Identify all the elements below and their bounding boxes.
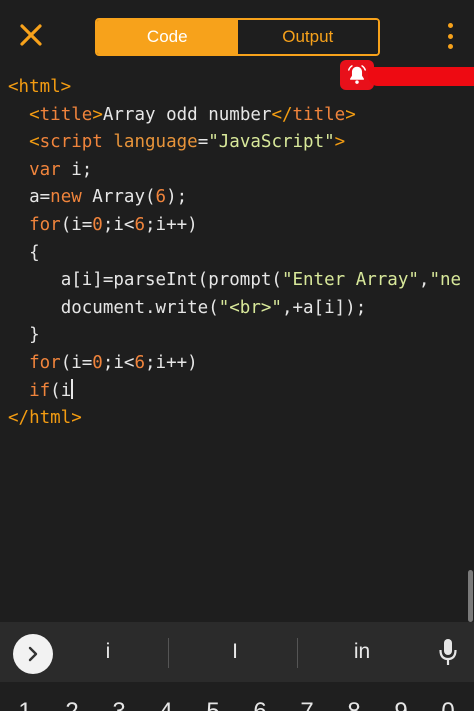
tab-output[interactable]: Output (237, 20, 378, 54)
number-key[interactable]: 8 (339, 698, 369, 711)
code-token: script (39, 132, 103, 153)
code-line[interactable]: <script language="JavaScript"> (8, 129, 474, 157)
editor-scrollbar[interactable] (468, 570, 473, 622)
code-token: a= (29, 187, 51, 208)
code-line[interactable]: a[i]=parseInt(prompt("Enter Array","ne (8, 267, 474, 295)
code-token: ;i< (102, 214, 135, 235)
code-token: 6 (134, 352, 145, 373)
code-token: i; (60, 159, 93, 180)
code-token: 0 (92, 214, 103, 235)
code-token: </html> (8, 408, 82, 429)
code-token: Array( (81, 187, 156, 208)
code-token: ;i++) (145, 352, 198, 373)
number-key[interactable]: 7 (292, 698, 322, 711)
text-cursor (71, 378, 74, 399)
more-vertical-icon (447, 23, 453, 28)
code-token: (i= (60, 214, 93, 235)
code-line[interactable]: </html> (8, 405, 474, 433)
more-options-button[interactable] (440, 20, 460, 52)
code-line[interactable]: } (8, 322, 474, 350)
code-token: for (29, 352, 61, 373)
code-line[interactable]: if(i (8, 378, 474, 406)
code-token: new (50, 187, 82, 208)
number-key[interactable]: 2 (57, 698, 87, 711)
more-vertical-icon-dot (447, 33, 453, 39)
code-token: "JavaScript" (208, 132, 335, 153)
code-token: > (92, 104, 103, 125)
number-key[interactable]: 9 (386, 698, 416, 711)
code-token: (i (50, 380, 72, 401)
close-button[interactable] (14, 18, 48, 52)
code-line[interactable]: document.write("<br>",+a[i]); (8, 295, 474, 323)
code-token: title (39, 104, 93, 125)
code-token: } (29, 325, 40, 346)
top-toolbar: Code Output (0, 0, 474, 70)
code-token: 6 (134, 214, 145, 235)
code-token: </ (271, 104, 293, 125)
code-token: ,+a[i]); (281, 297, 367, 318)
code-token: Array odd number (102, 104, 272, 125)
code-token: ;i< (102, 352, 135, 373)
code-token: > (345, 104, 356, 125)
number-key[interactable]: 3 (104, 698, 134, 711)
number-key[interactable]: 4 (151, 698, 181, 711)
code-token: (i= (60, 352, 93, 373)
number-key[interactable]: 0 (433, 698, 463, 711)
code-token: "ne (429, 270, 462, 291)
suggestion-divider (297, 638, 298, 668)
code-token: ;i++) (145, 214, 198, 235)
suggestion-divider (168, 638, 169, 668)
code-token: 0 (92, 352, 103, 373)
code-token: document.write( (60, 297, 219, 318)
code-editor[interactable]: <html> <title>Array odd number</title> <… (8, 74, 474, 433)
code-token: { (29, 242, 40, 263)
code-token: <html> (8, 77, 72, 97)
number-key[interactable]: 1 (10, 698, 40, 711)
code-token: , (418, 270, 430, 291)
tab-code[interactable]: Code (97, 20, 238, 54)
code-token: ); (166, 187, 188, 208)
microphone-icon (439, 639, 457, 665)
code-token: a[i]=parseInt(prompt( (60, 270, 282, 291)
code-token: < (29, 104, 40, 125)
code-line[interactable]: { (8, 240, 474, 268)
number-key[interactable]: 5 (198, 698, 228, 711)
code-line[interactable]: for(i=0;i<6;i++) (8, 212, 474, 240)
code-token: title (292, 104, 346, 125)
suggestion-2[interactable]: I (196, 622, 274, 682)
code-token: > (334, 132, 346, 153)
code-line[interactable]: var i; (8, 157, 474, 185)
code-token: 6 (155, 187, 167, 208)
code-token: if (29, 380, 51, 401)
code-token: language (113, 132, 198, 153)
close-icon (20, 24, 42, 46)
code-token: var (29, 159, 61, 180)
code-token: for (29, 214, 61, 235)
view-tabs: Code Output (95, 18, 380, 56)
code-line[interactable]: <html> (8, 74, 474, 102)
suggestion-1[interactable]: i (70, 622, 146, 682)
more-vertical-icon-dot (447, 44, 453, 49)
code-token: < (29, 132, 40, 153)
number-key[interactable]: 6 (245, 698, 275, 711)
voice-input-button[interactable] (437, 637, 459, 669)
code-token: "Enter Array" (281, 270, 419, 291)
code-line[interactable]: <title>Array odd number</title> (8, 102, 474, 130)
code-token: = (197, 132, 209, 153)
suggestion-3[interactable]: in (322, 622, 402, 682)
chevron-right-icon (28, 646, 38, 662)
code-token: "<br>" (218, 297, 282, 318)
code-line[interactable]: for(i=0;i<6;i++) (8, 350, 474, 378)
keyboard-expand-button[interactable] (13, 634, 53, 674)
code-line[interactable]: a=new Array(6); (8, 184, 474, 212)
keyboard-number-row: 1 2 3 4 5 6 7 8 9 0 (0, 682, 474, 711)
